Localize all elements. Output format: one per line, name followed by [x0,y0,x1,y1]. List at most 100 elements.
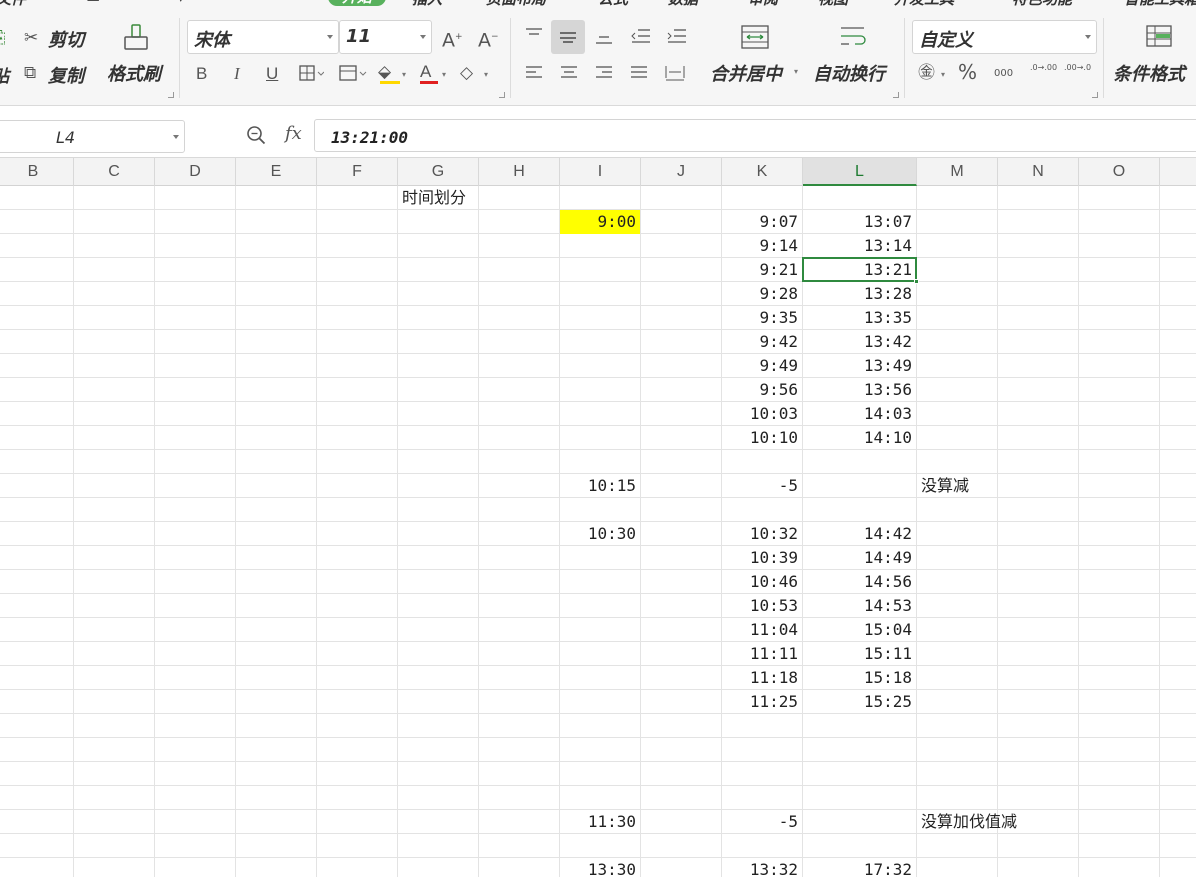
cell-l22[interactable]: 15:18 [803,666,916,690]
cell-k14[interactable]: -5 [722,474,802,498]
cell-i28[interactable]: 11:30 [560,810,640,834]
cell-k28[interactable]: -5 [722,810,802,834]
cell-k9[interactable]: 9:49 [722,354,802,378]
bold-button[interactable]: B [196,64,207,84]
cell-k4[interactable]: 9:14 [722,234,802,258]
cell-k5[interactable]: 9:21 [722,258,802,282]
cell-l8[interactable]: 13:42 [803,330,916,354]
fx-icon[interactable]: fx [285,123,302,144]
merge-center-icon[interactable] [740,24,770,52]
conditional-format-icon[interactable] [1145,24,1173,50]
cell-l30[interactable]: 17:32 [803,858,916,877]
name-box[interactable]: L4 [0,120,185,153]
cell-l7[interactable]: 13:35 [803,306,916,330]
clipboard-launcher[interactable] [168,92,174,98]
tab-smart-toolbox[interactable]: 智能工具箱 [1124,0,1196,9]
paste-label[interactable]: 贴 [0,62,9,87]
cell-k18[interactable]: 10:46 [722,570,802,594]
quick-access-toolbar[interactable]: ▭ ↶ ↷ ▾ [86,0,191,6]
grow-font-icon[interactable]: A+ [442,27,463,50]
column-header-d[interactable]: D [155,158,236,186]
fill-color-icon[interactable]: ⬙ [378,62,391,82]
distributed-align-icon[interactable] [664,64,686,82]
increase-decimal-button[interactable]: .0→.00 [1030,63,1057,73]
format-painter-icon[interactable] [122,23,150,53]
cell-k30[interactable]: 13:32 [722,858,802,877]
cell-l5[interactable]: 13:21 [803,258,916,282]
tab-page-layout[interactable]: 页面布局 [486,0,546,9]
align-top-icon[interactable] [524,27,544,45]
cell-l18[interactable]: 14:56 [803,570,916,594]
cell-style-icon[interactable] [338,64,368,82]
cell-k8[interactable]: 9:42 [722,330,802,354]
cell-l23[interactable]: 15:25 [803,690,916,714]
column-header-n[interactable]: N [998,158,1079,186]
merge-center-button[interactable]: 合并居中 [710,60,782,86]
font-launcher[interactable] [499,92,505,98]
cell-l17[interactable]: 14:49 [803,546,916,570]
tab-insert[interactable]: 插入 [412,0,442,9]
cell-l10[interactable]: 13:56 [803,378,916,402]
column-header-i[interactable]: I [560,158,641,186]
borders-icon[interactable] [298,64,324,82]
cell-k11[interactable]: 10:03 [722,402,802,426]
copy-icon[interactable]: ⧉ [24,63,36,83]
align-center-icon[interactable] [559,64,579,82]
zoom-icon[interactable] [246,125,266,145]
cell-l4[interactable]: 13:14 [803,234,916,258]
column-header-o[interactable]: O [1079,158,1160,186]
alignment-launcher[interactable] [893,92,899,98]
column-header-f[interactable]: F [317,158,398,186]
font-name-select[interactable]: 宋体 [187,20,339,54]
number-format-select[interactable]: 自定义 [912,20,1097,54]
cut-button[interactable]: 剪切 [48,26,84,52]
font-size-select[interactable]: 11 [339,20,432,54]
cell-k17[interactable]: 10:39 [722,546,802,570]
tab-formulas[interactable]: 公式 [598,0,628,9]
cell-i16[interactable]: 10:30 [560,522,640,546]
decrease-decimal-button[interactable]: .00→.0 [1064,63,1091,73]
paste-icon[interactable]: ⎘ [0,28,6,48]
cell-k7[interactable]: 9:35 [722,306,802,330]
cell-area[interactable]: 时间划分 9:00 9:07 13:07 9:14 13:14 9:21 13:21 9:28 1… [0,186,1196,877]
cell-k22[interactable]: 11:18 [722,666,802,690]
column-header-h[interactable]: H [479,158,560,186]
cell-k12[interactable]: 10:10 [722,426,802,450]
cell-l9[interactable]: 13:49 [803,354,916,378]
increase-indent-icon[interactable] [666,27,688,47]
cell-k6[interactable]: 9:28 [722,282,802,306]
tab-features[interactable]: 特色功能 [1012,0,1072,9]
decrease-indent-icon[interactable] [630,27,652,47]
tab-view[interactable]: 视图 [818,0,848,9]
font-color-icon[interactable]: A [420,62,431,82]
cell-l20[interactable]: 15:04 [803,618,916,642]
cell-k19[interactable]: 10:53 [722,594,802,618]
cell-m14[interactable]: 没算减 [917,474,1103,498]
cell-m28[interactable]: 没算加伐值减 [917,810,1103,834]
cell-k16[interactable]: 10:32 [722,522,802,546]
cell-l3[interactable]: 13:07 [803,210,916,234]
tab-developer[interactable]: 开发工具 [894,0,954,9]
chevron-down-icon[interactable]: ▾ [442,70,446,79]
clear-format-icon[interactable]: ◇ [460,63,473,83]
column-header-j[interactable]: J [641,158,722,186]
cell-i14[interactable]: 10:15 [560,474,640,498]
cell-g2[interactable]: 时间划分 [398,186,584,210]
column-header-e[interactable]: E [236,158,317,186]
align-right-icon[interactable] [594,64,614,82]
tab-file[interactable]: 文件 [0,0,26,9]
cell-l19[interactable]: 14:53 [803,594,916,618]
chevron-down-icon[interactable]: ▾ [794,67,798,76]
cell-k3[interactable]: 9:07 [722,210,802,234]
cell-l16[interactable]: 14:42 [803,522,916,546]
copy-button[interactable]: 复制 [48,62,84,88]
thousands-separator-button[interactable]: 000 [994,64,1013,84]
cell-k20[interactable]: 11:04 [722,618,802,642]
cell-i30[interactable]: 13:30 [560,858,640,877]
cut-icon[interactable]: ✂ [24,28,38,48]
align-bottom-icon[interactable] [594,27,614,47]
tab-review[interactable]: 审阅 [748,0,778,9]
justify-icon[interactable] [629,64,649,82]
cell-l12[interactable]: 14:10 [803,426,916,450]
cell-k10[interactable]: 9:56 [722,378,802,402]
